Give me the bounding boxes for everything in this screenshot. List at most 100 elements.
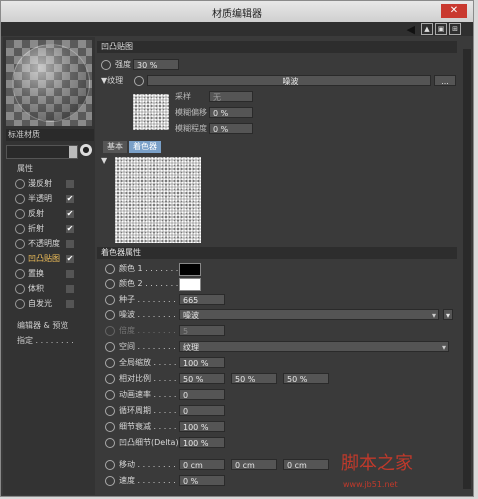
radio-icon[interactable] bbox=[15, 269, 25, 279]
radio-icon[interactable] bbox=[105, 438, 115, 448]
move-row: 移动 . . . . . . . . bbox=[105, 459, 176, 471]
shader-header: 着色器属性 bbox=[97, 247, 457, 259]
close-button[interactable]: ✕ bbox=[441, 4, 467, 18]
octaves-field[interactable]: 5 bbox=[179, 325, 225, 336]
lock-icon[interactable]: ▣ bbox=[435, 23, 447, 35]
relative-scale-y[interactable]: 50 % bbox=[231, 373, 277, 384]
speed-field[interactable]: 0 % bbox=[179, 475, 225, 486]
radio-icon[interactable] bbox=[105, 279, 115, 289]
scrollbar[interactable] bbox=[463, 49, 471, 489]
color1-swatch[interactable] bbox=[179, 263, 201, 276]
radio-icon[interactable] bbox=[105, 460, 115, 470]
material-name[interactable]: 标准材质 bbox=[6, 129, 94, 141]
color1-row: 颜色 1 . . . . . . . bbox=[105, 263, 178, 275]
radio-icon[interactable] bbox=[105, 264, 115, 274]
delta-row: 凹凸细节(Delta) bbox=[105, 437, 179, 449]
channel-reflection[interactable]: 反射 ✔ bbox=[15, 208, 95, 220]
radio-icon[interactable] bbox=[105, 310, 115, 320]
detail-attenuation-row: 细节衰减 . . . . . bbox=[105, 421, 176, 433]
checkbox[interactable] bbox=[66, 180, 74, 188]
channel-opacity[interactable]: 不透明度 bbox=[15, 238, 95, 250]
seed-row: 种子 . . . . . . . . bbox=[105, 294, 176, 306]
radio-icon[interactable] bbox=[15, 209, 25, 219]
radio-icon[interactable] bbox=[15, 224, 25, 234]
radio-icon[interactable] bbox=[105, 295, 115, 305]
checkbox[interactable] bbox=[66, 270, 74, 278]
detail-attenuation-field[interactable]: 100 % bbox=[179, 421, 225, 432]
channel-luminance[interactable]: 自发光 bbox=[15, 298, 95, 310]
noise-options-icon[interactable]: ▾ bbox=[443, 309, 453, 320]
channel-bump[interactable]: 凹凸贴图 ✔ bbox=[15, 253, 95, 265]
blur-scale-field[interactable]: 0 % bbox=[209, 123, 253, 134]
space-dropdown[interactable]: 纹理 ▾ bbox=[179, 341, 449, 352]
seed-field[interactable]: 665 bbox=[179, 294, 225, 305]
collapse-arrow-icon[interactable]: ▼ bbox=[101, 155, 107, 167]
radio-icon[interactable] bbox=[105, 476, 115, 486]
new-panel-icon[interactable]: ⊞ bbox=[449, 23, 461, 35]
radio-icon[interactable] bbox=[134, 76, 144, 86]
radio-icon[interactable] bbox=[105, 374, 115, 384]
radio-icon[interactable] bbox=[101, 60, 111, 70]
move-x[interactable]: 0 cm bbox=[179, 459, 225, 470]
noise-value: 噪波 bbox=[183, 311, 199, 320]
move-y[interactable]: 0 cm bbox=[231, 459, 277, 470]
toolbar-strip: ◀ ▲ ▣ ⊞ bbox=[1, 22, 473, 36]
global-scale-field[interactable]: 100 % bbox=[179, 357, 225, 368]
blur-offset-field[interactable]: 0 % bbox=[209, 107, 253, 118]
radio-icon[interactable] bbox=[105, 406, 115, 416]
tab-basic[interactable]: 基本 bbox=[103, 141, 127, 153]
radio-icon[interactable] bbox=[15, 179, 25, 189]
material-dropdown[interactable] bbox=[6, 145, 78, 159]
radio-icon[interactable] bbox=[105, 358, 115, 368]
dropdown-arrow-icon[interactable] bbox=[69, 146, 77, 158]
checkbox[interactable] bbox=[66, 285, 74, 293]
move-z[interactable]: 0 cm bbox=[283, 459, 329, 470]
channel-refraction[interactable]: 折射 ✔ bbox=[15, 223, 95, 235]
preview-sphere bbox=[12, 44, 90, 122]
radio-icon[interactable] bbox=[15, 284, 25, 294]
checkbox[interactable]: ✔ bbox=[66, 210, 74, 218]
radio-icon[interactable] bbox=[15, 194, 25, 204]
sampling-dropdown[interactable]: 无 bbox=[209, 91, 253, 102]
link-icon[interactable]: ● bbox=[80, 144, 92, 156]
radio-icon[interactable] bbox=[105, 422, 115, 432]
channel-displacement[interactable]: 置换 bbox=[15, 268, 95, 280]
watermark-text: 脚本之家 bbox=[341, 453, 413, 474]
blur-offset-label: 模糊偏移 bbox=[175, 108, 207, 117]
radio-icon[interactable] bbox=[15, 299, 25, 309]
delta-field[interactable]: 100 % bbox=[179, 437, 225, 448]
checkbox[interactable] bbox=[66, 240, 74, 248]
back-arrow-icon[interactable]: ◀ bbox=[407, 23, 415, 36]
noise-dropdown[interactable]: 噪波 ▾ bbox=[179, 309, 439, 320]
strength-field[interactable]: 30 % bbox=[133, 59, 179, 70]
tab-shader[interactable]: 着色器 bbox=[129, 141, 161, 153]
anim-speed-field[interactable]: 0 bbox=[179, 389, 225, 400]
texture-browse-button[interactable]: ... bbox=[434, 75, 456, 86]
channel-diffuse[interactable]: 漫反射 bbox=[15, 178, 95, 190]
checkbox[interactable]: ✔ bbox=[66, 255, 74, 263]
assign-item[interactable]: 指定 . . . . . . . . bbox=[17, 335, 74, 346]
loop-period-field[interactable]: 0 bbox=[179, 405, 225, 416]
chevron-down-icon: ▾ bbox=[431, 311, 436, 320]
editor-preview-item[interactable]: 编辑器 & 预览 bbox=[17, 320, 68, 331]
checkbox[interactable] bbox=[66, 300, 74, 308]
radio-icon[interactable] bbox=[105, 342, 115, 352]
channel-translucency[interactable]: 半透明 ✔ bbox=[15, 193, 95, 205]
checkbox[interactable]: ✔ bbox=[66, 195, 74, 203]
octaves-row: 倍度 . . . . . . . . bbox=[105, 325, 176, 337]
texture-row: ▼ 纹理 bbox=[101, 76, 124, 85]
space-value: 纹理 bbox=[183, 343, 199, 352]
checkbox[interactable]: ✔ bbox=[66, 225, 74, 233]
up-arrow-icon[interactable]: ▲ bbox=[421, 23, 433, 35]
color2-swatch[interactable] bbox=[179, 278, 201, 291]
bump-header: 凹凸贴图 bbox=[97, 41, 457, 53]
channel-volume[interactable]: 体积 bbox=[15, 283, 95, 295]
radio-icon[interactable] bbox=[105, 326, 115, 336]
radio-icon[interactable] bbox=[105, 390, 115, 400]
relative-scale-x[interactable]: 50 % bbox=[179, 373, 225, 384]
texture-field[interactable]: 噪波 bbox=[147, 75, 431, 86]
radio-icon[interactable] bbox=[15, 254, 25, 264]
radio-icon[interactable] bbox=[15, 239, 25, 249]
relative-scale-z[interactable]: 50 % bbox=[283, 373, 329, 384]
material-preview[interactable] bbox=[6, 40, 92, 126]
